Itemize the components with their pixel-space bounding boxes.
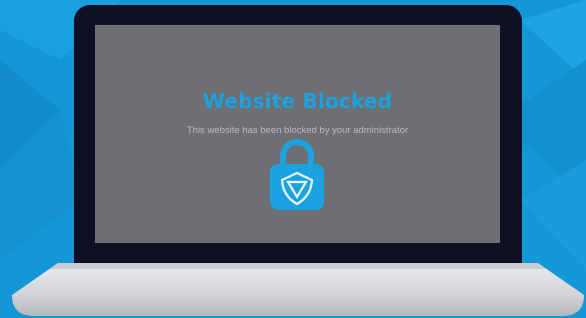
laptop-base — [12, 263, 584, 316]
padlock-icon — [270, 139, 324, 210]
page-title: Website Blocked — [202, 89, 393, 113]
blocked-message: This website has been blocked by your ad… — [186, 125, 409, 136]
laptop-screen: Website Blocked This website has been bl… — [95, 25, 500, 243]
